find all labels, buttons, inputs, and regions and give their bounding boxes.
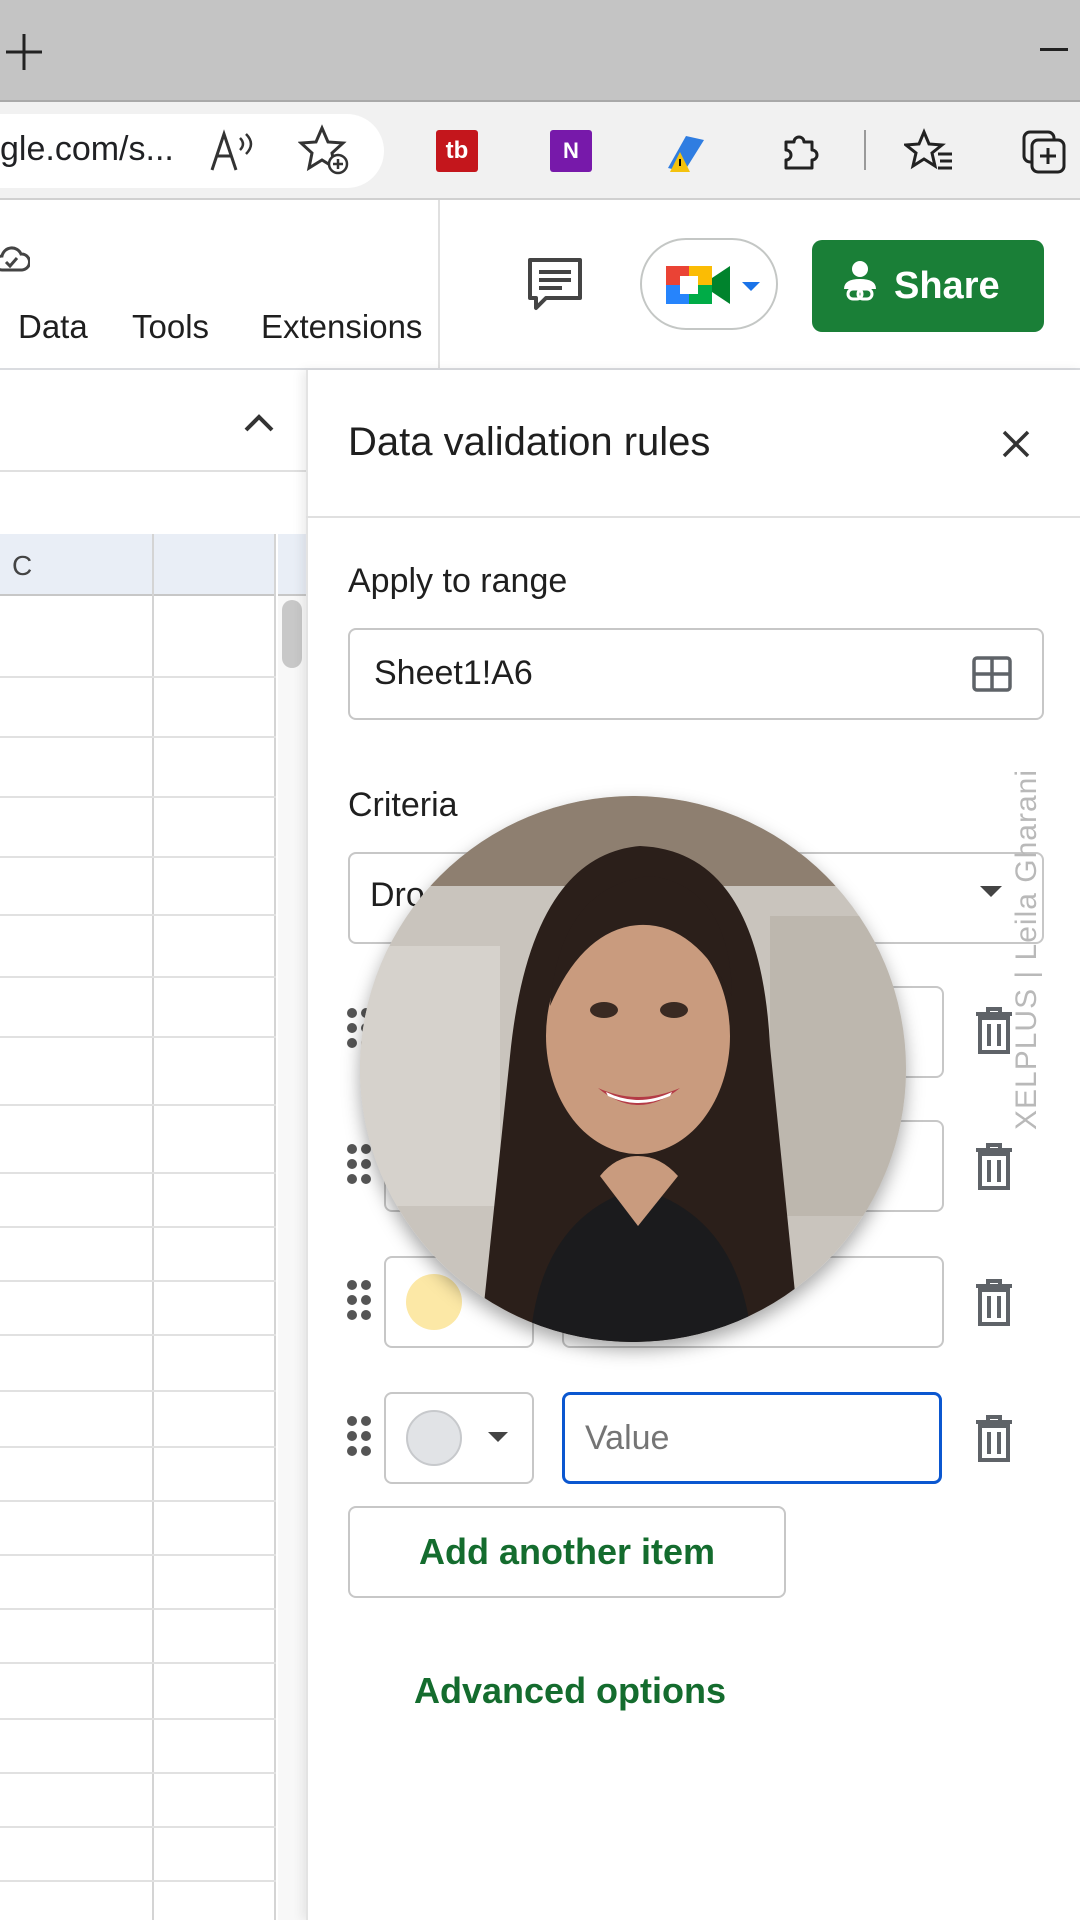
row-divider <box>0 976 276 978</box>
new-tab-icon[interactable] <box>2 30 46 74</box>
row-divider <box>0 736 276 738</box>
panel-divider <box>306 516 1080 518</box>
criteria-dropdown-arrow-icon[interactable] <box>980 886 1002 897</box>
share-lock-person-icon <box>840 259 880 313</box>
collapse-menu-chevron-up-icon[interactable] <box>240 404 278 442</box>
row-divider <box>0 796 276 798</box>
item-value-input-active[interactable] <box>562 1392 942 1484</box>
menu-tools[interactable]: Tools <box>132 308 209 346</box>
row-divider <box>0 1280 276 1282</box>
read-aloud-icon[interactable] <box>208 128 256 174</box>
menu-data[interactable]: Data <box>18 308 88 346</box>
panel-title: Data validation rules <box>348 420 711 464</box>
criteria-label: Criteria <box>348 786 458 824</box>
drag-handle-icon[interactable] <box>344 1278 374 1322</box>
share-button[interactable]: Share <box>812 240 1044 332</box>
advanced-options-link[interactable]: Advanced options <box>414 1670 726 1712</box>
comment-history-icon[interactable] <box>524 254 586 316</box>
row-divider <box>0 1334 276 1336</box>
item-color-swatch-gray[interactable] <box>406 1410 462 1466</box>
browser-tab-strip <box>0 0 1080 102</box>
row-divider <box>0 1880 276 1882</box>
row-divider <box>0 1036 276 1038</box>
row-divider <box>0 1826 276 1828</box>
delete-item-trash-icon[interactable] <box>972 1142 1016 1192</box>
column-header-c-label: C <box>12 550 33 581</box>
onenote-extension-icon[interactable]: N <box>550 130 592 172</box>
header-vertical-divider <box>438 200 440 370</box>
item-color-swatch-yellow[interactable] <box>406 1274 462 1330</box>
toolbar-separator <box>864 130 866 170</box>
row-divider <box>0 1226 276 1228</box>
row-divider <box>0 1104 276 1106</box>
row-divider <box>0 1390 276 1392</box>
menu-extensions[interactable]: Extensions <box>261 308 422 346</box>
formula-bar-divider <box>0 470 306 472</box>
tubebuddy-extension-icon[interactable]: tb <box>436 130 478 172</box>
range-input-value[interactable]: Sheet1!A6 <box>374 654 533 693</box>
add-another-item-button[interactable]: Add another item <box>348 1506 786 1598</box>
address-bar-url[interactable]: gle.com/s... <box>0 130 174 169</box>
row-divider <box>0 1662 276 1664</box>
color-dropdown-arrow-icon[interactable] <box>488 1432 508 1442</box>
row-divider <box>0 676 276 678</box>
row-divider <box>0 856 276 858</box>
row-divider <box>0 1500 276 1502</box>
extension-arrow-icon[interactable] <box>660 128 710 176</box>
delete-item-trash-icon[interactable] <box>972 1278 1016 1328</box>
column-header-d[interactable] <box>154 534 276 596</box>
delete-item-trash-icon[interactable] <box>972 1414 1016 1464</box>
row-divider <box>0 1608 276 1610</box>
close-icon[interactable] <box>996 424 1036 464</box>
apply-to-range-label: Apply to range <box>348 562 568 600</box>
cloud-saved-icon[interactable] <box>0 242 31 278</box>
row-divider <box>0 1772 276 1774</box>
select-range-grid-icon[interactable] <box>970 652 1014 696</box>
minimize-window-icon[interactable] <box>1040 48 1068 51</box>
row-divider <box>0 1554 276 1556</box>
row-divider <box>0 914 276 916</box>
meet-dropdown-icon <box>742 282 760 291</box>
row-divider <box>0 1718 276 1720</box>
drag-handle-icon[interactable] <box>344 1142 374 1186</box>
meet-button[interactable] <box>640 238 778 330</box>
row-divider <box>0 1446 276 1448</box>
drag-handle-icon[interactable] <box>344 1414 374 1458</box>
favorites-icon[interactable] <box>902 126 954 176</box>
presenter-webcam-overlay <box>360 796 906 1342</box>
add-favorite-icon[interactable] <box>297 124 350 176</box>
row-divider <box>0 1172 276 1174</box>
column-header-corner <box>278 534 306 596</box>
scrollbar-thumb[interactable] <box>282 600 302 668</box>
vertical-scrollbar[interactable] <box>278 596 306 1920</box>
collections-icon[interactable] <box>1020 128 1070 178</box>
share-button-label: Share <box>894 264 1000 307</box>
extensions-puzzle-icon[interactable] <box>778 128 824 174</box>
